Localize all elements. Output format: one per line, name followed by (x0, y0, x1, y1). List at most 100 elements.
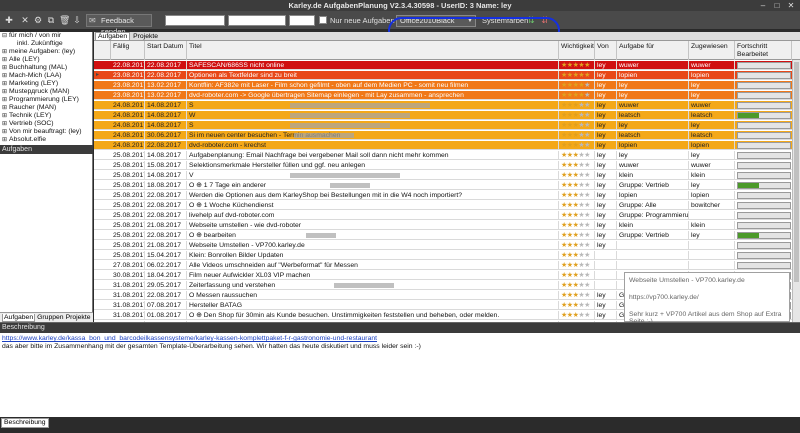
header-zugewiesen[interactable]: Zugewiesen (689, 41, 735, 60)
cell-titel: O ⊕ bearbeiten (187, 231, 559, 240)
expand-icon[interactable]: ⊞ (2, 128, 9, 136)
table-row[interactable]: 24.08.2017 14.08.2017 Sley wuwer wuwer ★★★★★ (94, 101, 800, 110)
expand-icon[interactable]: ⊞ (2, 80, 9, 88)
redaction-blur (290, 123, 390, 128)
cell-titel: Webseite umstellen - wie dvd-roboter (187, 221, 559, 230)
header-aufgabe-fuer[interactable]: Aufgabe für (617, 41, 689, 60)
description-link[interactable]: https://www.karley.de/kassa_bon_und_barc… (0, 335, 800, 342)
tab-gruppen[interactable]: Gruppen (37, 314, 63, 321)
filter-input-1[interactable] (165, 15, 225, 26)
tab-grid-aufgaben[interactable]: Aufgaben (95, 32, 131, 40)
table-row[interactable]: 25.08.2017 22.08.2017 O ⊕ bearbeiten ley Gru… (94, 231, 800, 240)
expand-icon[interactable]: ⊞ (2, 88, 9, 96)
table-row[interactable]: 24.08.2017 30.06.2017 Si im neuen center b… (94, 131, 800, 140)
cell-von (595, 251, 617, 260)
tree-item[interactable]: ⊞ Von mir beauftragt: (ley) (0, 128, 93, 136)
expand-icon[interactable]: ⊞ (2, 96, 9, 104)
cell-von: ley (595, 71, 617, 80)
minimize-button[interactable]: – (756, 0, 770, 11)
star-icon: ★ (584, 232, 590, 239)
table-row[interactable]: 25.08.2017 21.08.2017 Webseite umstellen -… (94, 221, 800, 230)
tree-item[interactable]: ⊞ Programmierung (LEY) (0, 96, 93, 104)
header-start-datum[interactable]: Start Datum (145, 41, 187, 60)
star-icon: ★ (584, 132, 590, 139)
header-wichtigkeit[interactable]: Wichtigkeit (559, 41, 595, 60)
expand-icon[interactable]: ⊞ (2, 136, 9, 144)
tree-item[interactable]: ⊞ Mach-Mich (LAA) (0, 72, 93, 80)
table-row[interactable]: 24.08.2017 22.08.2017 dvd-roboter.com - kr… (94, 141, 800, 150)
table-row[interactable]: 24.08.2017 14.08.2017 Wley leatsch leatsch ★★… (94, 111, 800, 120)
tab-projekte[interactable]: Projekte (66, 314, 91, 321)
tree-item[interactable]: ⊞ Mustердruck (MAN) (0, 88, 93, 96)
header-fortschritt[interactable]: Fortschritt Bearbeitet (735, 41, 792, 60)
tree-item[interactable]: ⊞ Absolut.elfie (0, 136, 93, 144)
tree-item[interactable]: ⊟ für mich / von mir (0, 32, 93, 40)
tab-grid-projekte[interactable]: Projekte (131, 33, 160, 40)
table-row[interactable]: 24.08.2017 14.08.2017 Sley ley ley ★★★★★ (94, 121, 800, 130)
table-row[interactable]: 27.08.2017 06.02.2017 Alle Videos umschnei… (94, 261, 800, 270)
cell-faellig: 25.08.2017 (113, 171, 145, 180)
only-new-checkbox[interactable] (319, 16, 327, 24)
add-icon[interactable]: ✚ (4, 15, 14, 25)
tab-beschreibung[interactable]: Beschreibung (1, 418, 49, 428)
scroll-thumb[interactable] (794, 62, 799, 282)
tree-item[interactable]: ⊞ Marketing (LEY) (0, 80, 93, 88)
delete-icon[interactable]: ✕ (20, 15, 30, 25)
importance-stars: ★★★★★ (559, 221, 595, 230)
table-row[interactable]: 25.08.2017 18.08.2017 O ⊕ 1 7 Tage ein and… (94, 181, 800, 190)
star-icon: ★ (584, 252, 590, 259)
tree-item[interactable]: ⊞ Alle (LEY) (0, 56, 93, 64)
expand-icon[interactable]: ⊞ (2, 120, 9, 128)
filter-input-2[interactable] (228, 15, 286, 26)
close-button[interactable]: ✕ (784, 0, 798, 11)
grid-header: Fällig Start Datum Titel Wichtigkeit Von… (94, 41, 800, 60)
filter-input-3[interactable] (289, 15, 315, 26)
expand-icon[interactable]: ⊞ (2, 112, 9, 120)
tab-aufgaben[interactable]: Aufgaben (2, 314, 36, 322)
cell-start-datum: 22.08.2017 (145, 231, 187, 240)
trash-icon[interactable]: 🗑 (59, 15, 70, 25)
cell-von: ley (595, 161, 617, 170)
grid-scrollbar[interactable] (792, 60, 800, 322)
header-von[interactable]: Von (595, 41, 617, 60)
feedback-button[interactable]: ✉ Feedback senden (86, 14, 152, 36)
table-row[interactable]: 25.08.2017 22.08.2017 livehelp auf dvd-rob… (94, 211, 800, 220)
header-faellig[interactable]: Fällig (111, 41, 145, 60)
table-row[interactable]: 22.08.2017 22.08.2017 SAFESCAN/686SS nicht… (94, 61, 800, 70)
tree-item[interactable]: ⊞ Vertrieb (SOC) (0, 120, 93, 128)
table-row[interactable]: 23.08.2017 13.02.2017 dvd-roboter.com -> G… (94, 91, 800, 100)
importance-stars: ★★★★★ (559, 191, 595, 200)
table-row[interactable]: 23.08.2017 13.02.2017 Kontflin: AF382e mit… (94, 81, 800, 90)
cell-faellig: 31.08.2017 (113, 281, 145, 290)
export-icon[interactable]: ⇩ (72, 15, 82, 25)
settings-icon[interactable]: ⚙ (33, 15, 43, 25)
tree-item[interactable]: ⊞ Technik (LEY) (0, 112, 93, 120)
clone-icon[interactable]: ⧉ (46, 15, 56, 25)
table-row[interactable]: ▸ 23.08.2017 22.08.2017 Optionen als Textfe… (94, 71, 800, 80)
cell-von: ley (595, 221, 617, 230)
cell-faellig: 24.08.2017 (113, 131, 145, 140)
header-titel[interactable]: Titel (187, 41, 559, 60)
expand-icon[interactable]: ⊞ (2, 56, 9, 64)
progress-bar (737, 72, 791, 79)
expand-icon[interactable]: ⊞ (2, 72, 9, 80)
expand-icon[interactable]: ⊞ (2, 64, 9, 72)
tree-item[interactable]: inkl. Zukünftige (0, 40, 93, 48)
table-row[interactable]: 25.08.2017 22.08.2017 O ⊕ 1 Woche Küchendi… (94, 201, 800, 210)
tree-item[interactable]: ⊞ Buchhaltung (MAL) (0, 64, 93, 72)
table-row[interactable]: 25.08.2017 14.08.2017 Aufgabenplanung: Ema… (94, 151, 800, 160)
maximize-button[interactable]: □ (770, 0, 784, 11)
table-row[interactable]: 25.08.2017 14.08.2017 Vley klein klein ★★★★★ (94, 171, 800, 180)
table-row[interactable]: 25.08.2017 21.08.2017 Webseite Umstellen -… (94, 241, 800, 250)
star-icon: ★ (584, 212, 590, 219)
tree-item[interactable]: ⊞ meine Aufgaben: (ley) (0, 48, 93, 56)
table-row[interactable]: 25.08.2017 15.04.2017 Klein: Bonrollen Bil… (94, 251, 800, 260)
cell-von: ley (595, 201, 617, 210)
tree-item[interactable]: ⊞ Raucher (MAN) (0, 104, 93, 112)
collapse-icon[interactable]: ⊟ (2, 32, 9, 40)
table-row[interactable]: 25.08.2017 15.08.2017 Selektionsmerkmale H… (94, 161, 800, 170)
expand-icon[interactable]: ⊞ (2, 104, 9, 112)
table-row[interactable]: 25.08.2017 22.08.2017 Werden die Optionen … (94, 191, 800, 200)
tooltip-note: Sehr kurz + VP700 Artikel aus dem Shop a… (629, 311, 782, 322)
expand-icon[interactable]: ⊞ (2, 48, 9, 56)
